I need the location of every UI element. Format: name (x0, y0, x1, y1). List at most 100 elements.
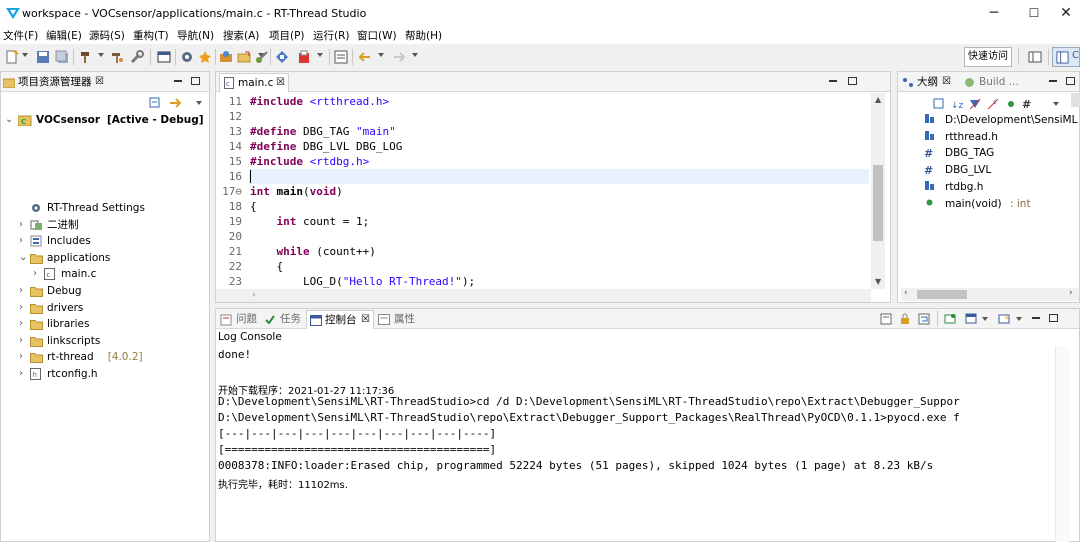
console-vertical-scrollbar[interactable] (1055, 346, 1069, 542)
menu-refactor[interactable]: 重构(T) (133, 28, 169, 43)
close-icon[interactable]: ☒ (95, 73, 104, 91)
maximize-button[interactable]: ☐ (1024, 4, 1044, 22)
clean-icon[interactable] (110, 50, 124, 64)
maximize-view-icon[interactable] (1049, 314, 1058, 322)
chevron-right-icon[interactable]: › (19, 233, 29, 249)
code-line[interactable]: #define DBG_LVL DBG_LOG (250, 140, 402, 153)
open-folder-icon[interactable] (237, 50, 251, 64)
hide-fields-icon[interactable] (969, 98, 981, 110)
outline-horizontal-scrollbar[interactable]: ‹ › (901, 288, 1079, 301)
minimize-view-icon[interactable] (1031, 313, 1041, 323)
open-console-icon[interactable]: + (998, 313, 1010, 325)
close-icon[interactable]: ☒ (942, 73, 951, 91)
editor-vertical-scrollbar[interactable]: ▲ ▼ (871, 93, 885, 289)
word-wrap-icon[interactable] (918, 313, 930, 325)
chevron-right-icon[interactable]: › (19, 217, 29, 233)
star-icon[interactable] (198, 50, 212, 64)
code-line[interactable]: #include <rtthread.h> (250, 95, 389, 108)
minimize-view-icon[interactable] (828, 76, 838, 86)
link-with-editor-icon[interactable] (168, 97, 182, 109)
chevron-right-icon[interactable]: › (19, 333, 29, 349)
forward-dropdown-arrow-icon[interactable] (412, 53, 418, 57)
chevron-right-icon[interactable]: › (19, 349, 29, 365)
terminal-icon[interactable] (157, 50, 171, 64)
code-line[interactable]: { (250, 200, 257, 213)
open-console-dropdown-icon[interactable] (1016, 317, 1022, 321)
display-console-dropdown-icon[interactable] (982, 317, 988, 321)
menu-project[interactable]: 项目(P) (269, 28, 305, 43)
scrollbar-thumb[interactable] (917, 290, 967, 299)
view-menu-icon[interactable] (1053, 102, 1059, 106)
back-dropdown-arrow-icon[interactable] (378, 53, 384, 57)
scroll-left-icon[interactable]: ‹ (252, 290, 256, 300)
scroll-left-icon[interactable]: ‹ (904, 288, 908, 298)
settings-icon[interactable] (180, 50, 194, 64)
maximize-view-icon[interactable] (848, 77, 857, 85)
chevron-down-icon[interactable]: ⌄ (5, 112, 15, 128)
menu-file[interactable]: 文件(F) (3, 28, 38, 43)
chevron-right-icon[interactable]: › (33, 266, 43, 282)
minimize-view-icon[interactable] (173, 76, 183, 86)
scroll-lock-icon[interactable] (899, 313, 911, 325)
view-menu-icon[interactable] (196, 101, 202, 105)
menu-run[interactable]: 运行(R) (313, 28, 350, 43)
chevron-down-icon[interactable]: ⌄ (19, 250, 29, 266)
build-dropdown-arrow-icon[interactable] (98, 53, 104, 57)
pin-console-icon[interactable] (944, 313, 956, 325)
tab-main-c[interactable]: c main.c ☒ (219, 73, 289, 92)
code-line[interactable]: #define DBG_TAG "main" (250, 125, 396, 138)
menu-navigate[interactable]: 导航(N) (177, 28, 214, 43)
close-icon[interactable]: ☒ (361, 311, 370, 329)
flash-dropdown-arrow-icon[interactable] (317, 53, 323, 57)
quick-access-button[interactable]: 快速访问 (964, 47, 1012, 67)
save-all-icon[interactable] (55, 50, 69, 64)
menu-edit[interactable]: 编辑(E) (46, 28, 82, 43)
download-icon[interactable] (275, 50, 289, 64)
scroll-up-icon[interactable]: ▲ (875, 95, 881, 104)
flash-icon[interactable] (297, 50, 311, 64)
code-line[interactable]: #include <rtdbg.h> (250, 155, 369, 168)
sort-icon[interactable]: ↓z (951, 98, 964, 110)
wrench-icon[interactable] (130, 50, 144, 64)
hide-non-public-icon[interactable] (1005, 98, 1017, 110)
display-console-icon[interactable] (965, 313, 977, 325)
chevron-right-icon[interactable]: › (19, 316, 29, 332)
chevron-right-icon[interactable]: › (19, 366, 29, 382)
close-icon[interactable]: ☒ (276, 74, 285, 92)
build-icon[interactable] (80, 50, 94, 64)
close-button[interactable]: ✕ (1056, 4, 1076, 22)
sdk-manager-icon[interactable] (219, 50, 233, 64)
clear-console-icon[interactable] (880, 313, 892, 325)
scroll-right-icon[interactable]: › (1069, 288, 1073, 298)
code-line[interactable]: LOG_D("Hello RT-Thread!"); (250, 275, 475, 288)
menu-source[interactable]: 源码(S) (89, 28, 125, 43)
maximize-view-icon[interactable] (1066, 77, 1075, 85)
chevron-right-icon[interactable]: › (19, 300, 29, 316)
debug-dropdown-arrow-icon[interactable] (258, 53, 264, 57)
new-icon[interactable] (5, 50, 19, 64)
editor-horizontal-scrollbar[interactable]: ‹ (216, 289, 871, 302)
tab-console[interactable]: 控制台 ☒ (306, 310, 374, 329)
scrollbar-thumb[interactable] (873, 165, 883, 241)
cpp-perspective-button[interactable]: C (1052, 47, 1080, 67)
hide-macros-icon[interactable]: # (1022, 98, 1034, 110)
collapse-all-icon[interactable] (149, 97, 161, 109)
code-line[interactable]: while (count++) (250, 245, 376, 258)
menu-help[interactable]: 帮助(H) (405, 28, 442, 43)
menu-window[interactable]: 窗口(W) (357, 28, 397, 43)
collapse-all-icon[interactable] (933, 98, 945, 110)
code-line[interactable]: int main(void) (250, 185, 343, 198)
hide-static-icon[interactable]: s (987, 98, 999, 110)
code-line[interactable]: { (250, 260, 283, 273)
new-dropdown-arrow-icon[interactable] (22, 53, 28, 57)
save-icon[interactable] (36, 50, 50, 64)
minimize-view-icon[interactable] (1048, 76, 1058, 86)
forward-icon[interactable] (392, 50, 406, 64)
scroll-down-icon[interactable]: ▼ (875, 277, 881, 286)
minimize-button[interactable]: ─ (984, 4, 1004, 22)
back-icon[interactable] (358, 50, 372, 64)
chevron-right-icon[interactable]: › (19, 283, 29, 299)
menu-search[interactable]: 搜索(A) (223, 28, 259, 43)
console-toggle-icon[interactable] (334, 50, 348, 64)
chevron-right-icon[interactable] (19, 200, 29, 216)
